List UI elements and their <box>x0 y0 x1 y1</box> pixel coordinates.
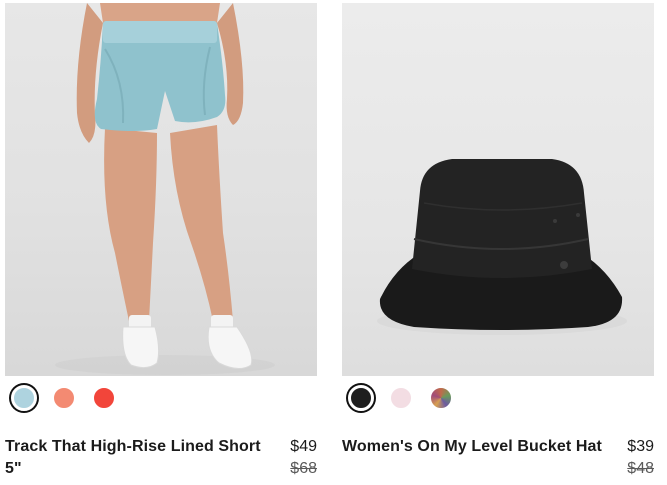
product-price: $39 $48 <box>627 436 654 480</box>
color-swatches <box>7 381 121 415</box>
product-image[interactable] <box>5 3 317 376</box>
product-card[interactable]: Women's On My Level Bucket Hat $39 $48 <box>342 0 654 485</box>
product-grid: Track That High-Rise Lined Short 5" $49 … <box>0 0 667 485</box>
product-card[interactable]: Track That High-Rise Lined Short 5" $49 … <box>5 0 317 485</box>
product-image[interactable] <box>342 3 654 376</box>
swatch-option[interactable] <box>384 381 418 415</box>
swatch-option[interactable] <box>47 381 81 415</box>
original-price: $68 <box>290 460 317 477</box>
swatch-color-multi[interactable] <box>428 385 454 411</box>
color-swatches <box>344 381 458 415</box>
swatch-color-blue[interactable] <box>11 385 37 411</box>
swatch-color-black[interactable] <box>348 385 374 411</box>
sale-price: $49 <box>290 438 317 455</box>
product-price: $49 $68 <box>290 436 317 480</box>
shorts-illustration <box>55 3 275 375</box>
swatch-color-coral[interactable] <box>51 385 77 411</box>
swatch-option[interactable] <box>87 381 121 415</box>
swatch-option[interactable] <box>424 381 458 415</box>
product-title[interactable]: Track That High-Rise Lined Short 5" <box>5 436 267 480</box>
swatch-option[interactable] <box>7 381 41 415</box>
product-title[interactable]: Women's On My Level Bucket Hat <box>342 436 604 458</box>
swatch-color-red[interactable] <box>91 385 117 411</box>
sale-price: $39 <box>627 438 654 455</box>
original-price: $48 <box>627 460 654 477</box>
swatch-color-pink[interactable] <box>388 385 414 411</box>
bucket-hat-illustration <box>377 159 627 335</box>
swatch-option[interactable] <box>344 381 378 415</box>
